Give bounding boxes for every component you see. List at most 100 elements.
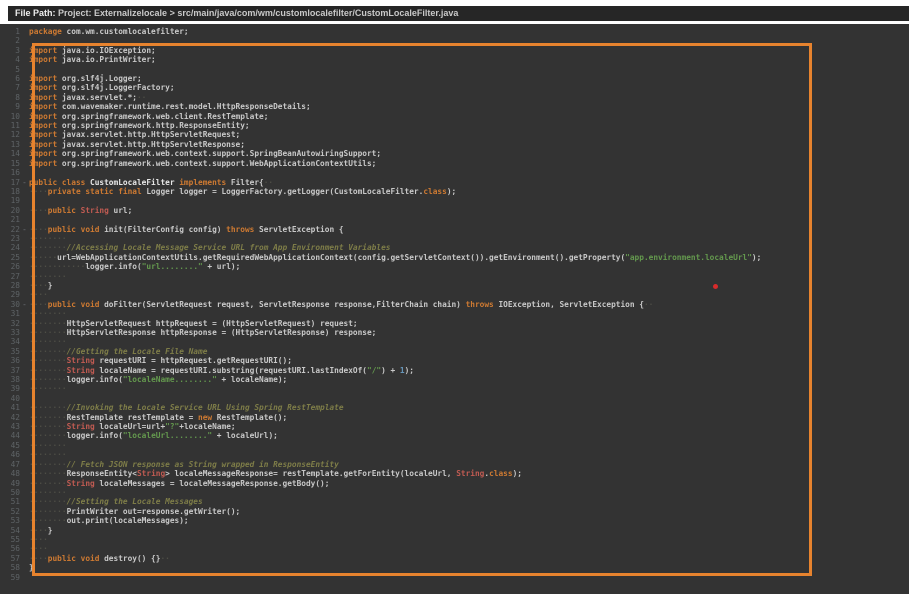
fold-spacer (20, 272, 29, 281)
code-line[interactable]: 13import javax.servlet.http.HttpServletR… (0, 140, 909, 149)
code-line[interactable]: 12import javax.servlet.http.HttpServletR… (0, 130, 909, 139)
fold-spacer (20, 243, 29, 252)
fold-spacer (20, 262, 29, 271)
code-line[interactable]: 23········ (0, 234, 909, 243)
code-text: ········ (29, 272, 67, 281)
code-text: ········RestTemplate restTemplate = new … (29, 413, 287, 422)
code-line[interactable]: 26············logger.info("url........" … (0, 262, 909, 271)
code-line[interactable]: 34········ (0, 337, 909, 346)
code-line[interactable]: 52········PrintWriter out=response.getWr… (0, 507, 909, 516)
code-text: ········HttpServletRequest httpRequest =… (29, 319, 358, 328)
fold-spacer (20, 554, 29, 563)
line-number: 49 (0, 479, 20, 488)
line-number: 13 (0, 140, 20, 149)
code-line[interactable]: 4import java.io.PrintWriter; (0, 55, 909, 64)
code-line[interactable]: 27········ (0, 272, 909, 281)
code-text: import org.slf4j.Logger; (29, 74, 142, 83)
code-line[interactable]: 18····private static final Logger logger… (0, 187, 909, 196)
code-line[interactable]: 38········logger.info("localeName.......… (0, 375, 909, 384)
code-line[interactable]: 22-····public void init(FilterConfig con… (0, 225, 909, 234)
code-line[interactable]: 57····public void destroy() {}·· (0, 554, 909, 563)
code-line[interactable]: 16 (0, 168, 909, 177)
code-text: import org.springframework.http.Response… (29, 121, 250, 130)
fold-spacer (20, 413, 29, 422)
line-number: 3 (0, 46, 20, 55)
code-line[interactable]: 41········//Invoking the Locale Service … (0, 403, 909, 412)
fold-marker-icon[interactable]: - (20, 178, 29, 187)
fold-spacer (20, 516, 29, 525)
code-text: public class CustomLocaleFilter implemen… (29, 178, 273, 187)
code-line[interactable]: 37········String localeName = requestURI… (0, 366, 909, 375)
code-line[interactable]: 10import org.springframework.web.client.… (0, 112, 909, 121)
fold-spacer (20, 319, 29, 328)
code-line[interactable]: 46········ (0, 450, 909, 459)
code-line[interactable]: 8import javax.servlet.*;·· (0, 93, 909, 102)
code-line[interactable]: 36········String requestURI = httpReques… (0, 356, 909, 365)
file-path-label: File Path: (15, 8, 56, 18)
code-line[interactable]: 58} (0, 563, 909, 572)
code-line[interactable]: 40 (0, 394, 909, 403)
code-line[interactable]: 43········String localeUrl=url+"?"+local… (0, 422, 909, 431)
code-line[interactable]: 49········String localeMessages = locale… (0, 479, 909, 488)
code-line[interactable]: 54····} (0, 526, 909, 535)
code-line[interactable]: 25······url=WebApplicationContextUtils.g… (0, 253, 909, 262)
code-line[interactable]: 42········RestTemplate restTemplate = ne… (0, 413, 909, 422)
fold-marker-icon[interactable]: - (20, 225, 29, 234)
line-number: 39 (0, 384, 20, 393)
code-line[interactable]: 32········HttpServletRequest httpRequest… (0, 319, 909, 328)
code-line[interactable]: 45········ (0, 441, 909, 450)
code-line[interactable]: 17-public class CustomLocaleFilter imple… (0, 178, 909, 187)
code-line[interactable]: 2 (0, 36, 909, 45)
code-line[interactable]: 44········logger.info("localeUrl........… (0, 431, 909, 440)
code-text: ········String localeUrl=url+"?"+localeN… (29, 422, 236, 431)
code-line[interactable]: 39········ (0, 384, 909, 393)
line-number: 17 (0, 178, 20, 187)
line-number: 35 (0, 347, 20, 356)
code-line[interactable]: 6import org.slf4j.Logger; (0, 74, 909, 83)
fold-spacer (20, 573, 29, 582)
fold-spacer (20, 130, 29, 139)
line-number: 12 (0, 130, 20, 139)
code-text: ········HttpServletResponse httpResponse… (29, 328, 376, 337)
code-line[interactable]: 1package com.wm.customlocalefilter; (0, 27, 909, 36)
code-line[interactable]: 53········out.print(localeMessages); (0, 516, 909, 525)
code-text: ···· (29, 290, 48, 299)
code-line[interactable]: 50········ (0, 488, 909, 497)
code-text: ········//Getting the Locale File Name (29, 347, 207, 356)
code-line[interactable]: 14import org.springframework.web.context… (0, 149, 909, 158)
code-line[interactable]: 9import com.wavemaker.runtime.rest.model… (0, 102, 909, 111)
code-line[interactable]: 55···· (0, 535, 909, 544)
fold-spacer (20, 563, 29, 572)
code-editor[interactable]: 1package com.wm.customlocalefilter;23imp… (0, 24, 909, 594)
code-line[interactable]: 20····public String url; (0, 206, 909, 215)
code-line[interactable]: 31········ (0, 309, 909, 318)
code-line[interactable]: 30-····public void doFilter(ServletReque… (0, 300, 909, 309)
line-number: 53 (0, 516, 20, 525)
code-line[interactable]: 48········ResponseEntity<String> localeM… (0, 469, 909, 478)
fold-marker-icon[interactable]: - (20, 300, 29, 309)
code-line[interactable]: 35 ········//Getting the Locale File Name (0, 347, 909, 356)
line-number: 14 (0, 149, 20, 158)
code-line[interactable]: 19 (0, 196, 909, 205)
code-line[interactable]: 15import org.springframework.web.context… (0, 159, 909, 168)
code-line[interactable]: 47········// Fetch JSON response as Stri… (0, 460, 909, 469)
code-line[interactable]: 51········//Setting the Locale Messages (0, 497, 909, 506)
code-line[interactable]: 21 (0, 215, 909, 224)
fold-spacer (20, 469, 29, 478)
code-line[interactable]: 3import java.io.IOException; (0, 46, 909, 55)
code-line[interactable]: 24········//Accessing Locale Message Ser… (0, 243, 909, 252)
code-line[interactable]: 56···· (0, 544, 909, 553)
code-line[interactable]: 29···· (0, 290, 909, 299)
code-line[interactable]: 28····} (0, 281, 909, 290)
line-number: 54 (0, 526, 20, 535)
file-path-value: Project: Externalizelocale > src/main/ja… (56, 8, 459, 18)
code-line[interactable]: 7import org.slf4j.LoggerFactory; (0, 83, 909, 92)
code-line[interactable]: 33········HttpServletResponse httpRespon… (0, 328, 909, 337)
code-line[interactable]: 5 (0, 65, 909, 74)
code-line[interactable]: 11import org.springframework.http.Respon… (0, 121, 909, 130)
line-number: 21 (0, 215, 20, 224)
code-line[interactable]: 59 (0, 573, 909, 582)
line-number: 28 (0, 281, 20, 290)
fold-spacer (20, 159, 29, 168)
code-text: ····public void init(FilterConfig config… (29, 225, 344, 234)
